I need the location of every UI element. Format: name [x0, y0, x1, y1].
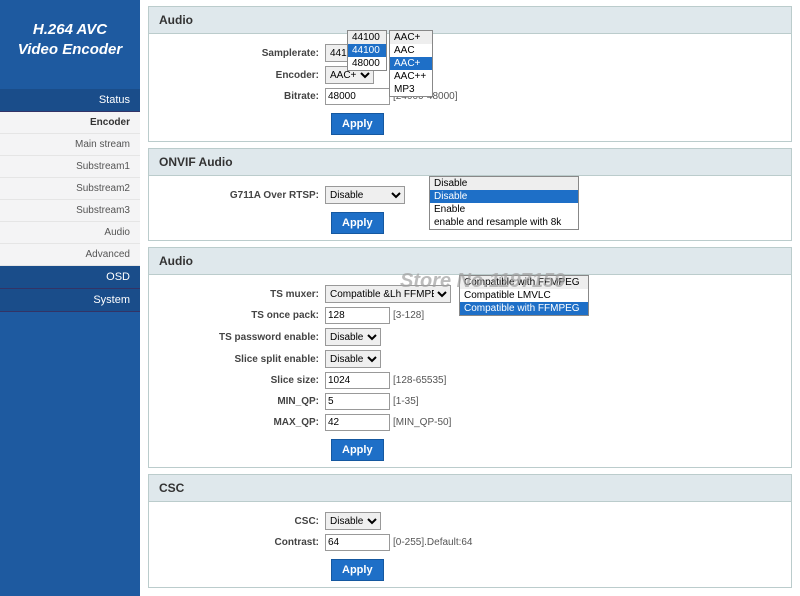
ts-once-hint: [3-128]	[393, 310, 424, 321]
minqp-label: MIN_QP:	[155, 396, 325, 407]
maxqp-hint: [MIN_QP-50]	[393, 417, 451, 428]
main-content: Store No.1197159 Audio Samplerate: 44100…	[140, 0, 800, 596]
encoder-dropdown[interactable]: AAC+ AAC AAC+ AAC++ MP3	[389, 30, 433, 97]
slice-size-hint: [128-65535]	[393, 375, 446, 386]
audio-apply-button[interactable]: Apply	[331, 113, 384, 135]
ts-pwd-label: TS password enable:	[155, 332, 325, 343]
bitrate-label: Bitrate:	[155, 91, 325, 102]
encoder-label: Encoder:	[155, 70, 325, 81]
minqp-input[interactable]	[325, 393, 390, 410]
sidebar: H.264 AVC Video Encoder Status Encoder M…	[0, 0, 140, 596]
onvif-apply-button[interactable]: Apply	[331, 212, 384, 234]
encoder-option[interactable]: AAC++	[390, 70, 432, 83]
csc-panel: CSC CSC: Disable Contrast: [0-255].Defau…	[148, 474, 792, 588]
nav-substream1[interactable]: Substream1	[0, 156, 140, 178]
nav-substream2[interactable]: Substream2	[0, 178, 140, 200]
contrast-hint: [0-255].Default:64	[393, 537, 473, 548]
nav-osd[interactable]: OSD	[0, 266, 140, 289]
ts-once-input[interactable]	[325, 307, 390, 324]
ts-muxer-label: TS muxer:	[155, 289, 325, 300]
onvif-option-sel[interactable]: Disable	[430, 190, 578, 203]
samplerate-dropdown[interactable]: 44100 44100 48000	[347, 30, 387, 71]
onvif-option[interactable]: enable and resample with 8k	[430, 216, 578, 229]
muxer-option-sel[interactable]: Compatible with FFMPEG	[460, 302, 588, 315]
nav-mainstream[interactable]: Main stream	[0, 134, 140, 156]
csc-header: CSC	[149, 475, 791, 502]
samplerate-option[interactable]: 44100	[348, 31, 386, 44]
bitrate-input[interactable]	[325, 88, 390, 105]
onvif-header: ONVIF Audio	[149, 149, 791, 176]
encoder-option[interactable]: AAC+	[390, 31, 432, 44]
onvif-select[interactable]: Disable	[325, 186, 405, 204]
slice-size-label: Slice size:	[155, 375, 325, 386]
audio-header: Audio	[149, 7, 791, 34]
csc-select[interactable]: Disable	[325, 512, 381, 530]
muxer-option[interactable]: Compatible LMVLC	[460, 289, 588, 302]
maxqp-label: MAX_QP:	[155, 417, 325, 428]
contrast-label: Contrast:	[155, 537, 325, 548]
samplerate-option[interactable]: 48000	[348, 57, 386, 70]
encoder-option[interactable]: MP3	[390, 83, 432, 96]
minqp-hint: [1-35]	[393, 396, 419, 407]
ts-once-label: TS once pack:	[155, 310, 325, 321]
encoder-option[interactable]: AAC	[390, 44, 432, 57]
audio-panel: Audio Samplerate: 44100 Encoder: AAC+ Bi…	[148, 6, 792, 142]
onvif-option[interactable]: Disable	[430, 177, 578, 190]
contrast-input[interactable]	[325, 534, 390, 551]
nav-substream3[interactable]: Substream3	[0, 200, 140, 222]
onvif-panel: ONVIF Audio G711A Over RTSP: Disable App…	[148, 148, 792, 241]
muxer-option[interactable]: Compatible with FFMPEG	[460, 276, 588, 289]
maxqp-input[interactable]	[325, 414, 390, 431]
ts-header: Audio	[149, 248, 791, 275]
nav-advanced[interactable]: Advanced	[0, 244, 140, 266]
slice-en-label: Slice split enable:	[155, 354, 325, 365]
nav-audio[interactable]: Audio	[0, 222, 140, 244]
logo-line1: H.264 AVC	[8, 20, 132, 40]
samplerate-label: Samplerate:	[155, 48, 325, 59]
nav-encoder[interactable]: Encoder	[0, 112, 140, 134]
onvif-dropdown[interactable]: Disable Disable Enable enable and resamp…	[429, 176, 579, 230]
nav-status[interactable]: Status	[0, 89, 140, 112]
nav-system[interactable]: System	[0, 289, 140, 312]
csc-label: CSC:	[155, 516, 325, 527]
ts-muxer-select[interactable]: Compatible &Lh FFMPEG	[325, 285, 451, 303]
slice-size-input[interactable]	[325, 372, 390, 389]
slice-en-select[interactable]: Disable	[325, 350, 381, 368]
ts-apply-button[interactable]: Apply	[331, 439, 384, 461]
logo: H.264 AVC Video Encoder	[0, 0, 140, 89]
samplerate-option-sel[interactable]: 44100	[348, 44, 386, 57]
muxer-dropdown[interactable]: Compatible with FFMPEG Compatible LMVLC …	[459, 275, 589, 316]
onvif-option[interactable]: Enable	[430, 203, 578, 216]
ts-pwd-select[interactable]: Disable	[325, 328, 381, 346]
ts-panel: Audio TS muxer: Compatible &Lh FFMPEG TS…	[148, 247, 792, 468]
logo-line2: Video Encoder	[8, 40, 132, 60]
encoder-option-sel[interactable]: AAC+	[390, 57, 432, 70]
csc-apply-button[interactable]: Apply	[331, 559, 384, 581]
onvif-label: G711A Over RTSP:	[155, 190, 325, 201]
